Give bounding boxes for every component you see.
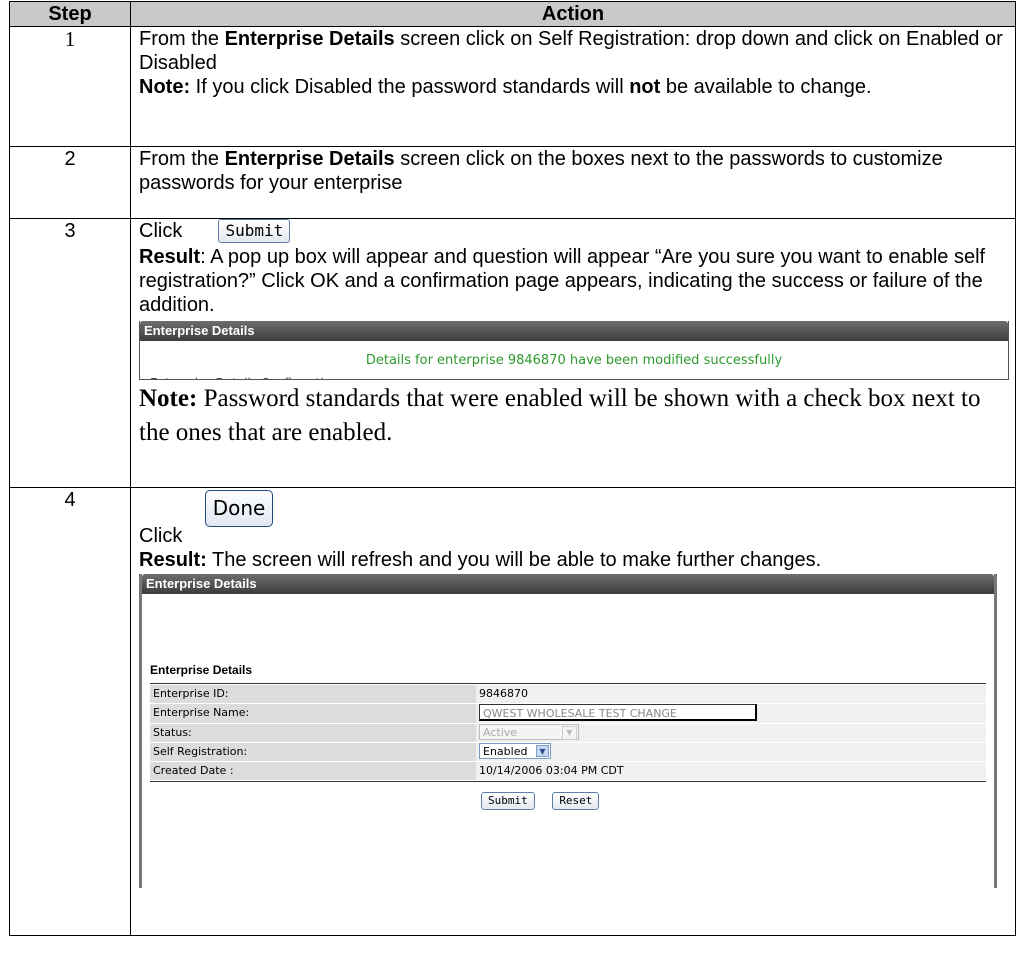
enterprise-id-value: 9846870 [476, 685, 986, 704]
result-paragraph: Result: The screen will refresh and you … [139, 548, 1009, 572]
cutoff-text: Enterprise Details Confirmation [150, 371, 339, 379]
bold-text: Enterprise Details [224, 28, 395, 50]
step-row-2: 2 From the Enterprise Details screen cli… [9, 146, 1016, 219]
click-text: Click [139, 220, 183, 242]
table-row: Created Date : 10/14/2006 03:04 PM CDT [150, 761, 986, 781]
instruction-table: Step Action 1 From the Enterprise Detail… [9, 1, 1016, 936]
bold-text: not [629, 76, 661, 98]
self-registration-select[interactable]: Enabled ▼ [479, 743, 551, 759]
step-number: 3 [9, 218, 131, 488]
field-label: Enterprise Name: [150, 703, 476, 724]
field-label: Created Date : [150, 761, 476, 781]
step-number: 1 [9, 26, 131, 147]
panel-title: Enterprise Details [142, 574, 994, 594]
step-number: 4 [9, 487, 131, 936]
reset-button[interactable]: Reset [552, 792, 600, 810]
step-action: From the Enterprise Details screen click… [130, 146, 1016, 219]
result-paragraph: Result: A pop up box will appear and que… [139, 245, 1009, 317]
note-paragraph: Note: Password standards that were enabl… [139, 382, 1009, 450]
submit-button[interactable]: Submit [481, 792, 535, 810]
table-row: Enterprise Name: QWEST WHOLESALE TEST CH… [150, 703, 986, 724]
enterprise-name-cell: QWEST WHOLESALE TEST CHANGE [476, 703, 986, 724]
click-text: Click [139, 525, 183, 547]
status-select[interactable]: Active ▼ [479, 724, 579, 740]
enterprise-name-input[interactable]: QWEST WHOLESALE TEST CHANGE [479, 704, 757, 721]
self-registration-value: Enabled [483, 745, 528, 758]
chevron-down-icon: ▼ [536, 745, 549, 757]
header-row: Step Action [9, 1, 1016, 27]
chevron-down-icon: ▼ [562, 726, 577, 740]
section-title: Enterprise Details [150, 658, 986, 684]
action-header: Action [130, 1, 1016, 27]
step-row-1: 1 From the Enterprise Details screen cli… [9, 26, 1016, 147]
result-text: The screen will refresh and you will be … [206, 549, 822, 571]
details-panel: Enterprise Details Enterprise Details En… [139, 574, 997, 888]
self-registration-cell: Enabled ▼ [476, 742, 986, 762]
result-label: Result: [139, 549, 207, 571]
status-value: Active [483, 726, 518, 739]
confirmation-panel: Enterprise Details Details for enterpris… [139, 321, 1009, 380]
field-label: Self Registration: [150, 742, 476, 762]
submit-button[interactable]: Submit [218, 219, 291, 243]
field-label: Status: [150, 723, 476, 743]
table-row: Status: Active ▼ [150, 723, 986, 743]
step-action: From the Enterprise Details screen click… [130, 26, 1016, 147]
step-row-3: 3 Click Submit Result: A pop up box will … [9, 218, 1016, 488]
field-label: Enterprise ID: [150, 685, 476, 704]
step-header: Step [9, 1, 131, 27]
text: From the [139, 28, 225, 50]
table-row: Self Registration: Enabled ▼ [150, 742, 986, 762]
created-date-value: 10/14/2006 03:04 PM CDT [476, 761, 986, 781]
step-number: 2 [9, 146, 131, 219]
panel-title: Enterprise Details [140, 321, 1008, 341]
text: From the [139, 148, 225, 170]
text: If you click Disabled the password stand… [190, 76, 630, 98]
step-action: Done Click Result: The screen will refre… [130, 487, 1016, 936]
note-text: Password standards that were enabled wil… [139, 385, 981, 446]
result-label: Result [139, 246, 201, 268]
success-message: Details for enterprise 9846870 have been… [365, 353, 783, 368]
bold-text: Enterprise Details [224, 148, 395, 170]
step-row-4: 4 Done Click Result: The screen will ref… [9, 487, 1016, 936]
details-grid: Enterprise ID: 9846870 Enterprise Name: … [150, 685, 986, 781]
text: be available to change. [660, 76, 872, 98]
result-text: : A pop up box will appear and question … [139, 246, 986, 316]
table-row: Enterprise ID: 9846870 [150, 685, 986, 704]
done-button[interactable]: Done [205, 490, 273, 527]
status-cell: Active ▼ [476, 723, 986, 743]
note-label: Note: [139, 76, 191, 98]
step-action: Click Submit Result: A pop up box will ap… [130, 218, 1016, 488]
note-label: Note: [139, 385, 198, 412]
